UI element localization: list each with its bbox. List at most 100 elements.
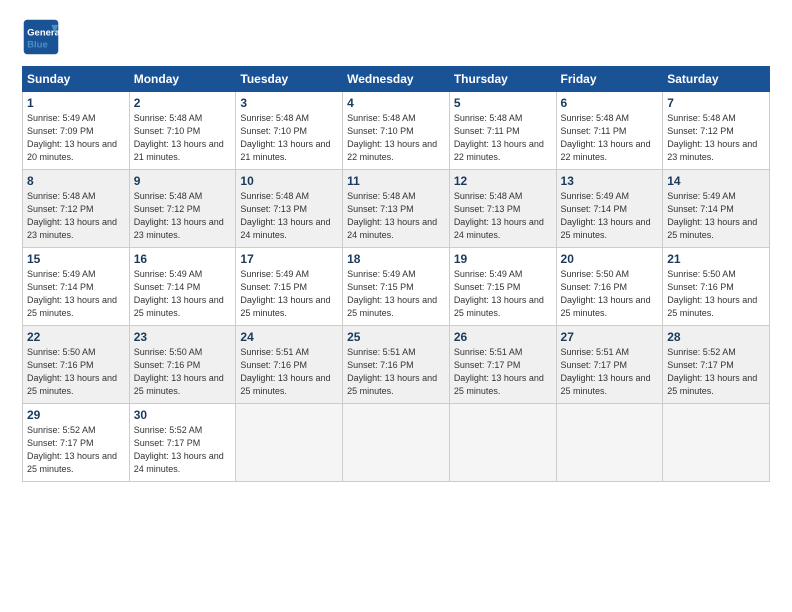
calendar-cell: 11 Sunrise: 5:48 AMSunset: 7:13 PMDayligh…	[343, 170, 450, 248]
day-number: 12	[454, 174, 552, 188]
day-number: 7	[667, 96, 765, 110]
calendar-cell: 17Sunrise: 5:49 AMSunset: 7:15 PMDayligh…	[236, 248, 343, 326]
calendar-row-3: 22 Sunrise: 5:50 AMSunset: 7:16 PMDayligh…	[23, 326, 770, 404]
weekday-friday: Friday	[556, 67, 663, 92]
day-info: Sunrise: 5:50 AMSunset: 7:16 PMDaylight:…	[27, 346, 125, 398]
calendar-cell: 3 Sunrise: 5:48 AMSunset: 7:10 PMDaylight…	[236, 92, 343, 170]
day-info: Sunrise: 5:48 AMSunset: 7:12 PMDaylight:…	[27, 190, 125, 242]
calendar-cell: 25Sunrise: 5:51 AMSunset: 7:16 PMDayligh…	[343, 326, 450, 404]
calendar-cell	[343, 404, 450, 482]
weekday-header-row: SundayMondayTuesdayWednesdayThursdayFrid…	[23, 67, 770, 92]
calendar-row-2: 15 Sunrise: 5:49 AMSunset: 7:14 PMDayligh…	[23, 248, 770, 326]
calendar-cell: 7Sunrise: 5:48 AMSunset: 7:12 PMDaylight…	[663, 92, 770, 170]
svg-text:Blue: Blue	[27, 39, 48, 50]
day-info: Sunrise: 5:49 AMSunset: 7:14 PMDaylight:…	[27, 268, 125, 320]
day-info: Sunrise: 5:48 AMSunset: 7:12 PMDaylight:…	[134, 190, 232, 242]
day-number: 20	[561, 252, 659, 266]
day-number: 16	[134, 252, 232, 266]
day-number: 21	[667, 252, 765, 266]
calendar-cell: 15 Sunrise: 5:49 AMSunset: 7:14 PMDayligh…	[23, 248, 130, 326]
header: General Blue	[22, 18, 770, 56]
weekday-thursday: Thursday	[449, 67, 556, 92]
calendar-cell: 6 Sunrise: 5:48 AMSunset: 7:11 PMDaylight…	[556, 92, 663, 170]
calendar-cell	[236, 404, 343, 482]
day-number: 29	[27, 408, 125, 422]
day-info: Sunrise: 5:48 AMSunset: 7:10 PMDaylight:…	[240, 112, 338, 164]
day-info: Sunrise: 5:52 AMSunset: 7:17 PMDaylight:…	[27, 424, 125, 476]
calendar-cell: 16 Sunrise: 5:49 AMSunset: 7:14 PMDayligh…	[129, 248, 236, 326]
weekday-monday: Monday	[129, 67, 236, 92]
weekday-tuesday: Tuesday	[236, 67, 343, 92]
day-number: 1	[27, 96, 125, 110]
day-number: 3	[240, 96, 338, 110]
calendar-cell: 30Sunrise: 5:52 AMSunset: 7:17 PMDayligh…	[129, 404, 236, 482]
day-info: Sunrise: 5:48 AMSunset: 7:10 PMDaylight:…	[347, 112, 445, 164]
calendar-cell	[556, 404, 663, 482]
day-number: 4	[347, 96, 445, 110]
day-info: Sunrise: 5:49 AMSunset: 7:14 PMDaylight:…	[134, 268, 232, 320]
day-number: 8	[27, 174, 125, 188]
day-number: 2	[134, 96, 232, 110]
calendar-cell: 1 Sunrise: 5:49 AMSunset: 7:09 PMDaylight…	[23, 92, 130, 170]
logo-icon: General Blue	[22, 18, 60, 56]
day-number: 6	[561, 96, 659, 110]
day-info: Sunrise: 5:49 AMSunset: 7:14 PMDaylight:…	[667, 190, 765, 242]
calendar-cell: 18 Sunrise: 5:49 AMSunset: 7:15 PMDayligh…	[343, 248, 450, 326]
calendar-cell: 4 Sunrise: 5:48 AMSunset: 7:10 PMDaylight…	[343, 92, 450, 170]
calendar-cell: 22 Sunrise: 5:50 AMSunset: 7:16 PMDayligh…	[23, 326, 130, 404]
calendar-cell: 8 Sunrise: 5:48 AMSunset: 7:12 PMDaylight…	[23, 170, 130, 248]
day-info: Sunrise: 5:49 AMSunset: 7:09 PMDaylight:…	[27, 112, 125, 164]
calendar-cell: 23Sunrise: 5:50 AMSunset: 7:16 PMDayligh…	[129, 326, 236, 404]
day-info: Sunrise: 5:48 AMSunset: 7:13 PMDaylight:…	[240, 190, 338, 242]
calendar-row-0: 1 Sunrise: 5:49 AMSunset: 7:09 PMDaylight…	[23, 92, 770, 170]
calendar-cell: 27 Sunrise: 5:51 AMSunset: 7:17 PMDayligh…	[556, 326, 663, 404]
day-info: Sunrise: 5:52 AMSunset: 7:17 PMDaylight:…	[667, 346, 765, 398]
day-info: Sunrise: 5:49 AMSunset: 7:15 PMDaylight:…	[454, 268, 552, 320]
day-info: Sunrise: 5:50 AMSunset: 7:16 PMDaylight:…	[134, 346, 232, 398]
calendar-row-1: 8 Sunrise: 5:48 AMSunset: 7:12 PMDaylight…	[23, 170, 770, 248]
calendar-cell: 29 Sunrise: 5:52 AMSunset: 7:17 PMDayligh…	[23, 404, 130, 482]
calendar-cell	[449, 404, 556, 482]
day-number: 10	[240, 174, 338, 188]
weekday-saturday: Saturday	[663, 67, 770, 92]
calendar-cell: 9Sunrise: 5:48 AMSunset: 7:12 PMDaylight…	[129, 170, 236, 248]
calendar-cell: 2 Sunrise: 5:48 AMSunset: 7:10 PMDaylight…	[129, 92, 236, 170]
calendar-cell: 28 Sunrise: 5:52 AMSunset: 7:17 PMDayligh…	[663, 326, 770, 404]
day-number: 27	[561, 330, 659, 344]
day-number: 5	[454, 96, 552, 110]
day-info: Sunrise: 5:48 AMSunset: 7:13 PMDaylight:…	[347, 190, 445, 242]
calendar-cell: 12 Sunrise: 5:48 AMSunset: 7:13 PMDayligh…	[449, 170, 556, 248]
day-info: Sunrise: 5:48 AMSunset: 7:13 PMDaylight:…	[454, 190, 552, 242]
day-info: Sunrise: 5:51 AMSunset: 7:16 PMDaylight:…	[347, 346, 445, 398]
day-info: Sunrise: 5:49 AMSunset: 7:14 PMDaylight:…	[561, 190, 659, 242]
calendar-table: SundayMondayTuesdayWednesdayThursdayFrid…	[22, 66, 770, 482]
day-info: Sunrise: 5:51 AMSunset: 7:17 PMDaylight:…	[561, 346, 659, 398]
logo: General Blue	[22, 18, 66, 56]
page: General Blue SundayMondayTuesdayWednesda…	[0, 0, 792, 612]
calendar-cell: 20 Sunrise: 5:50 AMSunset: 7:16 PMDayligh…	[556, 248, 663, 326]
day-number: 15	[27, 252, 125, 266]
calendar-cell: 24 Sunrise: 5:51 AMSunset: 7:16 PMDayligh…	[236, 326, 343, 404]
weekday-sunday: Sunday	[23, 67, 130, 92]
day-number: 13	[561, 174, 659, 188]
day-number: 22	[27, 330, 125, 344]
day-info: Sunrise: 5:49 AMSunset: 7:15 PMDaylight:…	[240, 268, 338, 320]
day-number: 14	[667, 174, 765, 188]
day-number: 28	[667, 330, 765, 344]
day-info: Sunrise: 5:51 AMSunset: 7:17 PMDaylight:…	[454, 346, 552, 398]
calendar-cell: 5 Sunrise: 5:48 AMSunset: 7:11 PMDaylight…	[449, 92, 556, 170]
day-info: Sunrise: 5:51 AMSunset: 7:16 PMDaylight:…	[240, 346, 338, 398]
day-info: Sunrise: 5:48 AMSunset: 7:10 PMDaylight:…	[134, 112, 232, 164]
day-info: Sunrise: 5:49 AMSunset: 7:15 PMDaylight:…	[347, 268, 445, 320]
calendar-cell: 14 Sunrise: 5:49 AMSunset: 7:14 PMDayligh…	[663, 170, 770, 248]
calendar-cell: 26Sunrise: 5:51 AMSunset: 7:17 PMDayligh…	[449, 326, 556, 404]
calendar-cell	[663, 404, 770, 482]
day-info: Sunrise: 5:48 AMSunset: 7:11 PMDaylight:…	[454, 112, 552, 164]
day-number: 24	[240, 330, 338, 344]
day-info: Sunrise: 5:50 AMSunset: 7:16 PMDaylight:…	[561, 268, 659, 320]
day-number: 18	[347, 252, 445, 266]
day-info: Sunrise: 5:48 AMSunset: 7:11 PMDaylight:…	[561, 112, 659, 164]
calendar-row-4: 29 Sunrise: 5:52 AMSunset: 7:17 PMDayligh…	[23, 404, 770, 482]
calendar-cell: 19Sunrise: 5:49 AMSunset: 7:15 PMDayligh…	[449, 248, 556, 326]
day-number: 11	[347, 174, 445, 188]
